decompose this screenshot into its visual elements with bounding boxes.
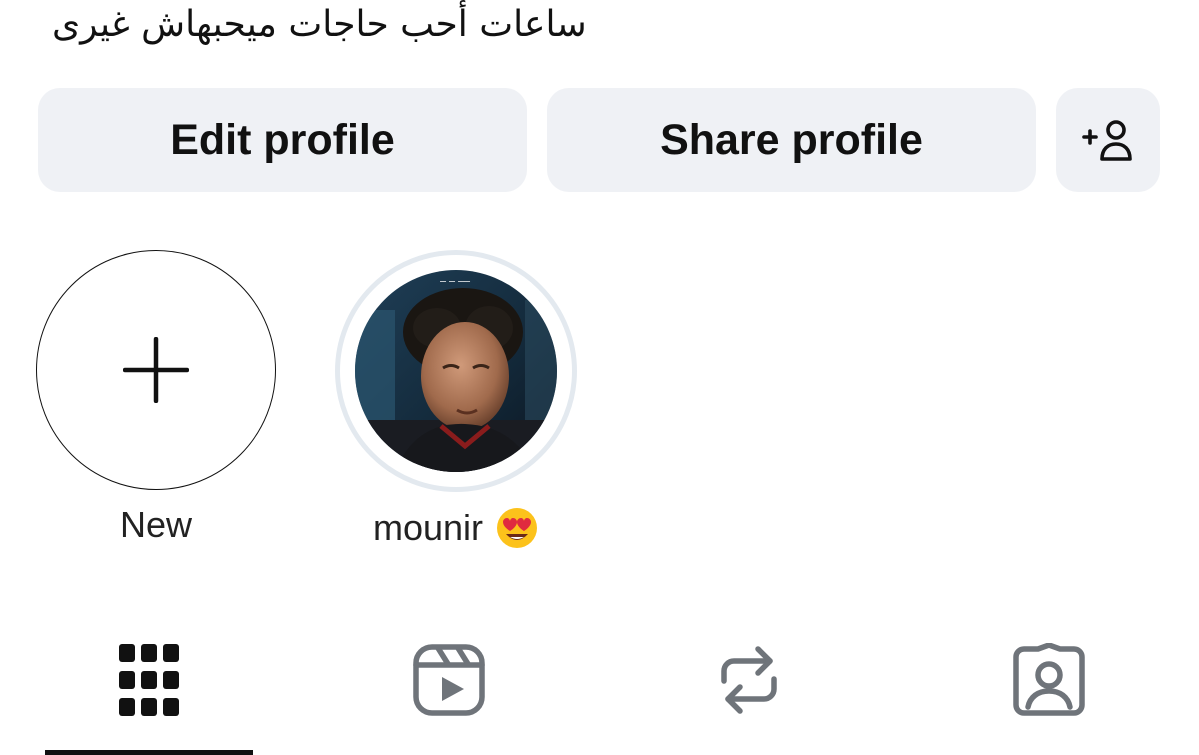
discover-people-button[interactable] (1056, 88, 1160, 192)
add-person-icon (1082, 120, 1132, 161)
grid-icon (119, 644, 179, 716)
highlight-cover-image: ــــ ــ ــ (355, 270, 557, 472)
heart-eyes-emoji-icon (497, 508, 538, 548)
share-profile-button[interactable]: Share profile (547, 88, 1036, 192)
highlight-story-ring[interactable]: ــــ ــ ــ (335, 250, 577, 492)
highlight-label: mounir (373, 506, 539, 550)
reels-icon (413, 644, 485, 716)
svg-text:ــــ ــ ــ: ــــ ــ ــ (439, 274, 471, 285)
highlight-mounir[interactable]: ــــ ــ ــ mounir (333, 250, 579, 550)
highlight-mounir-label: mounir (372, 507, 484, 548)
repost-icon (721, 646, 777, 714)
tab-reels[interactable] (359, 630, 539, 730)
highlight-label: New (120, 504, 192, 546)
edit-profile-button[interactable]: Edit profile (38, 88, 527, 192)
plus-icon (123, 337, 189, 403)
active-tab-indicator (45, 750, 253, 755)
new-highlight-button[interactable] (36, 250, 276, 490)
highlight-new[interactable]: New (33, 250, 279, 546)
highlight-new-label: New (119, 504, 193, 545)
tab-reposts[interactable] (659, 630, 839, 730)
profile-bio: ساعات أحب حاجات ميحبهاش غيرى (52, 4, 587, 45)
tagged-person-icon (1013, 643, 1085, 716)
tab-tagged[interactable] (959, 630, 1139, 730)
tab-posts-grid[interactable] (59, 630, 239, 730)
